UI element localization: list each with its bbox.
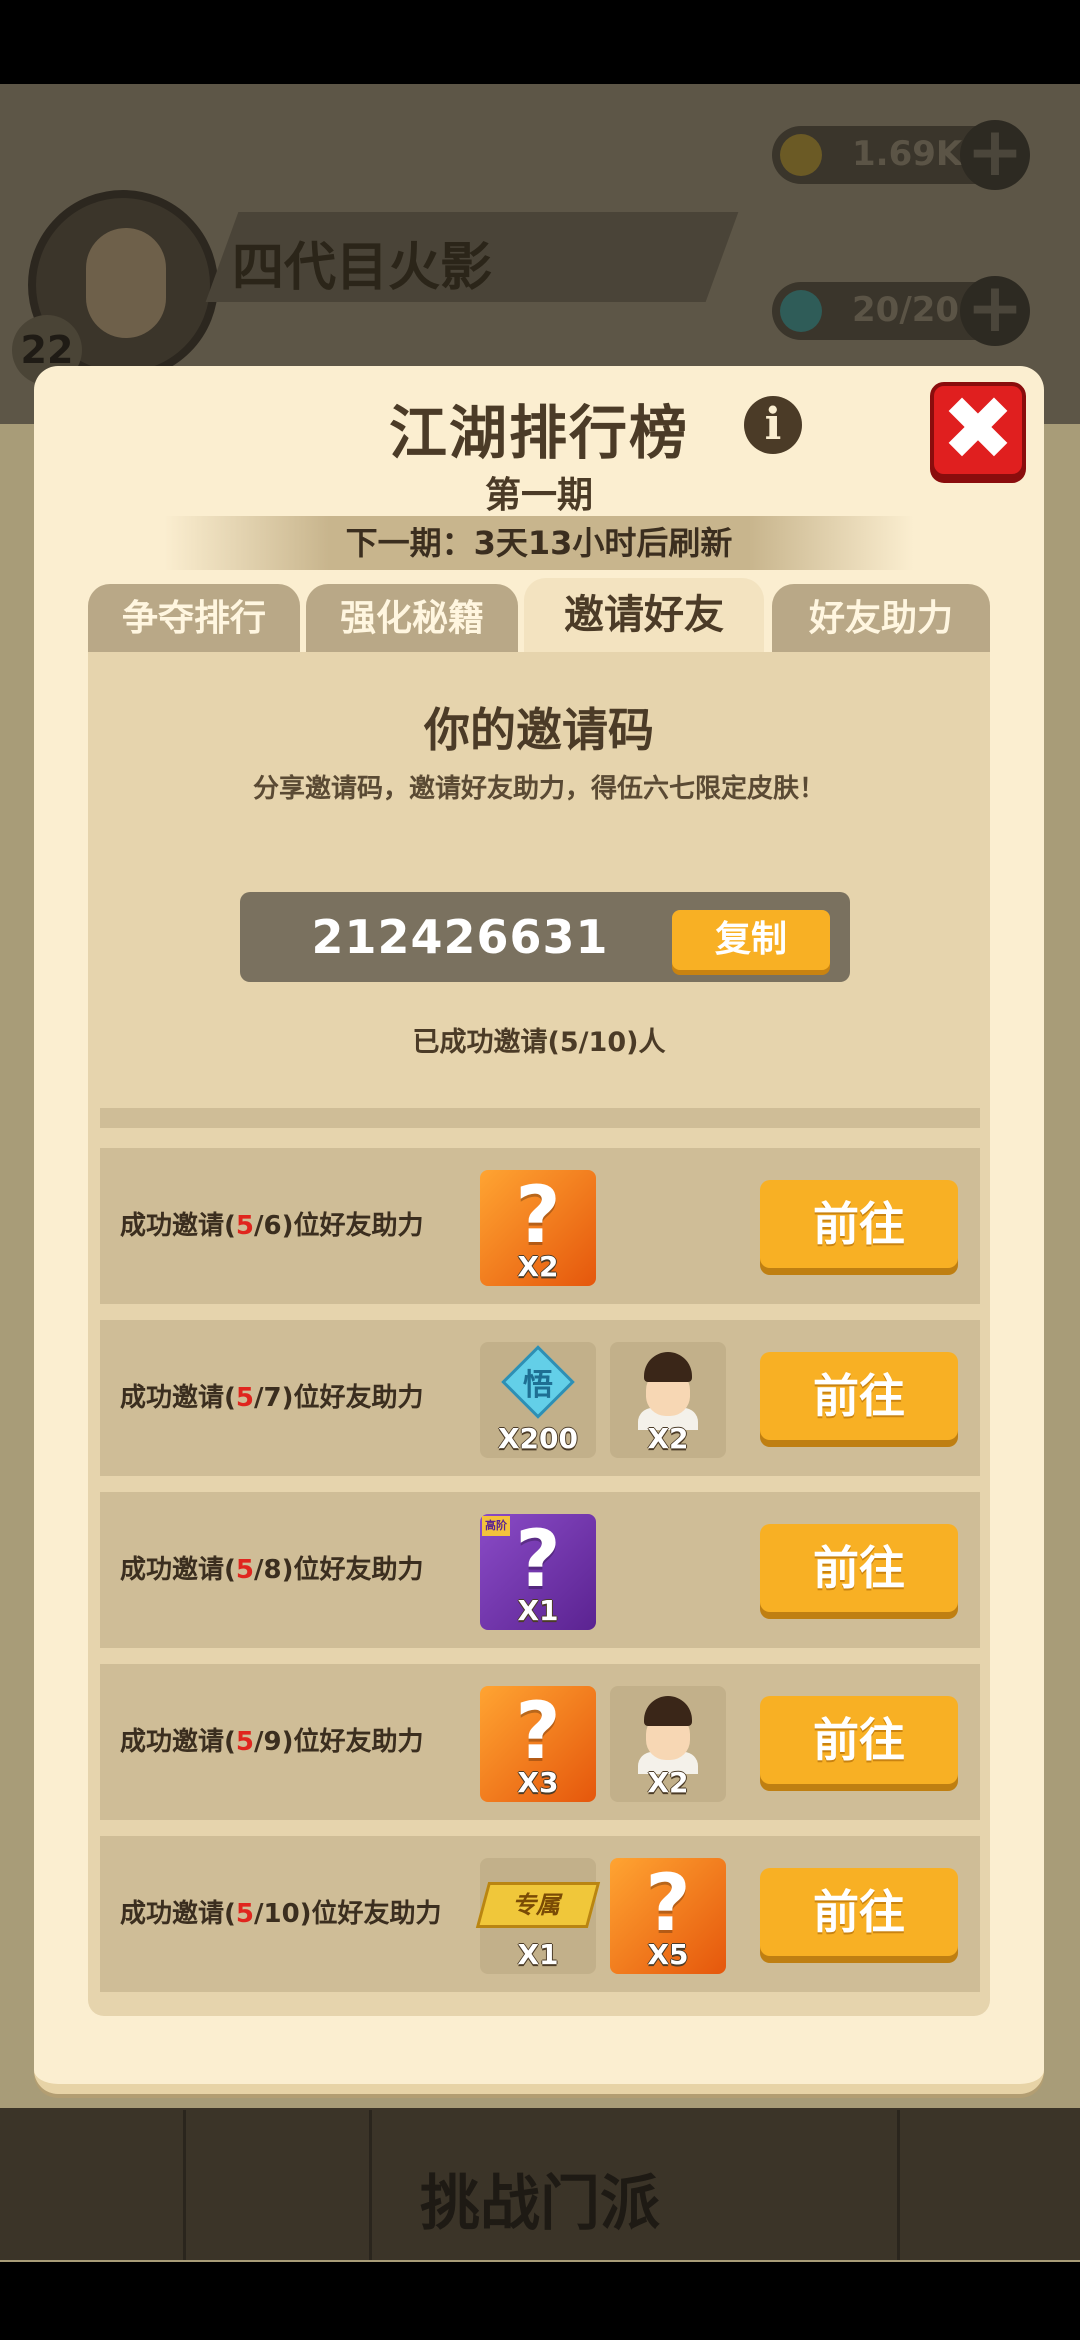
invite-code-box: 212426631 复制 (240, 892, 850, 982)
player-avatar-face (86, 228, 166, 338)
reward-row-label: 成功邀请(5/10)位好友助力 (120, 1899, 442, 1929)
go-button[interactable]: 前往 (760, 1524, 958, 1612)
invite-code-value: 212426631 (311, 910, 609, 964)
add-stamina-button: + (960, 275, 1030, 346)
tab-ranking[interactable]: 争夺排行 (88, 584, 300, 652)
invite-code-subtitle: 分享邀请码，邀请好友助力，得伍六七限定皮肤！ (252, 774, 825, 804)
invited-count: 已成功邀请(5/10)人 (412, 1027, 666, 1058)
gem-label: 悟 (523, 1368, 553, 1403)
item-count: X1 (517, 1594, 559, 1627)
reward-row: 成功邀请(5/7)位好友助力 悟 X200 X2 前往 (100, 1320, 980, 1476)
exclusive-tag-item[interactable]: 专属 X1 (475, 1858, 601, 1974)
mystery-outfit-item[interactable]: ? X3 (480, 1686, 596, 1802)
question-mark-icon: ? (515, 1687, 561, 1777)
system-nav-bar (0, 2262, 1080, 2340)
reward-row-label: 成功邀请(5/8)位好友助力 (120, 1555, 424, 1585)
question-mark-icon: ? (645, 1859, 691, 1949)
character-avatar-icon (636, 1352, 700, 1430)
tab-invite-friends[interactable]: 邀请好友 (524, 578, 764, 652)
go-button[interactable]: 前往 (760, 1868, 958, 1956)
add-gold-button: + (960, 119, 1030, 190)
gem-icon: 悟 (501, 1345, 575, 1420)
reward-row-label: 成功邀请(5/9)位好友助力 (120, 1727, 424, 1757)
reward-row-label: 成功邀请(5/6)位好友助力 (120, 1211, 424, 1241)
avatar-hair (644, 1696, 692, 1726)
go-button[interactable]: 前往 (760, 1696, 958, 1784)
reward-row-label: 成功邀请(5/7)位好友助力 (120, 1383, 424, 1413)
reward-row: 成功邀请(5/9)位好友助力 ? X3 X2 前往 (100, 1664, 980, 1820)
character-fragment-item[interactable]: X2 (610, 1686, 726, 1802)
period-label: 第一期 (484, 475, 593, 516)
exclusive-tag-icon: 专属 (475, 1882, 601, 1928)
item-count: X1 (517, 1938, 559, 1971)
status-bar (0, 0, 1080, 84)
mystery-outfit-item[interactable]: ? X5 (610, 1858, 726, 1974)
bottom-nav-helmet-slot (714, 2110, 900, 2260)
character-fragment-item[interactable]: X2 (610, 1342, 726, 1458)
item-count: X2 (647, 1422, 689, 1455)
item-count: X2 (647, 1766, 689, 1799)
enlightenment-gem-item[interactable]: 悟 X200 (480, 1342, 596, 1458)
bottom-nav-train-slot (186, 2110, 372, 2260)
go-button[interactable]: 前往 (760, 1352, 958, 1440)
mystery-outfit-item[interactable]: ? X2 (480, 1170, 596, 1286)
invite-panel: 你的邀请码 分享邀请码，邀请好友助力，得伍六七限定皮肤！ 212426631 复… (88, 652, 990, 2016)
modal-title: 江湖排行榜 (388, 399, 689, 467)
copy-button[interactable]: 复制 (672, 910, 830, 970)
invite-code-title: 你的邀请码 (424, 703, 654, 757)
reward-row: 成功邀请(5/10)位好友助力 专属 X1 ? X5 前往 (100, 1836, 980, 1992)
reward-list[interactable]: 成功邀请(5/6)位好友助力 ? X2 前往 成功邀请(5/7)位好友助力 悟 … (100, 1108, 980, 1996)
ranking-modal: 江湖排行榜 i ✖ 第一期 下一期：3天13小时后刷新 争夺排行 强化秘籍 邀请… (34, 366, 1044, 2094)
tab-enhance-guide[interactable]: 强化秘籍 (306, 584, 518, 652)
player-name: 四代目火影 (232, 238, 493, 298)
gold-amount: 1.69K (852, 134, 963, 174)
challenge-sect-label: 挑战门派 (420, 2169, 660, 2239)
avatar-hair (644, 1352, 692, 1382)
reward-row: 成功邀请(5/8)位好友助力 高阶 ? X1 前往 (100, 1492, 980, 1648)
go-button[interactable]: 前往 (760, 1180, 958, 1268)
bottom-nav-task-slot (0, 2110, 186, 2260)
close-button[interactable]: ✖ (930, 382, 1026, 478)
item-count: X2 (517, 1250, 559, 1283)
info-icon[interactable]: i (744, 396, 802, 454)
gold-coin-icon (780, 134, 822, 176)
question-mark-icon: ? (515, 1515, 561, 1605)
stamina-amount: 20/20 (852, 290, 960, 330)
reward-row-partial (100, 1108, 980, 1128)
item-count: X5 (647, 1938, 689, 1971)
item-count: X3 (517, 1766, 559, 1799)
advanced-mystery-item[interactable]: 高阶 ? X1 (480, 1514, 596, 1630)
item-count: X200 (497, 1422, 579, 1455)
stamina-gem-icon (780, 290, 822, 332)
character-avatar-icon (636, 1696, 700, 1774)
question-mark-icon: ? (515, 1171, 561, 1261)
refresh-countdown: 下一期：3天13小时后刷新 (164, 516, 914, 570)
tab-friend-assist[interactable]: 好友助力 (772, 584, 990, 652)
reward-row: 成功邀请(5/6)位好友助力 ? X2 前往 (100, 1148, 980, 1304)
